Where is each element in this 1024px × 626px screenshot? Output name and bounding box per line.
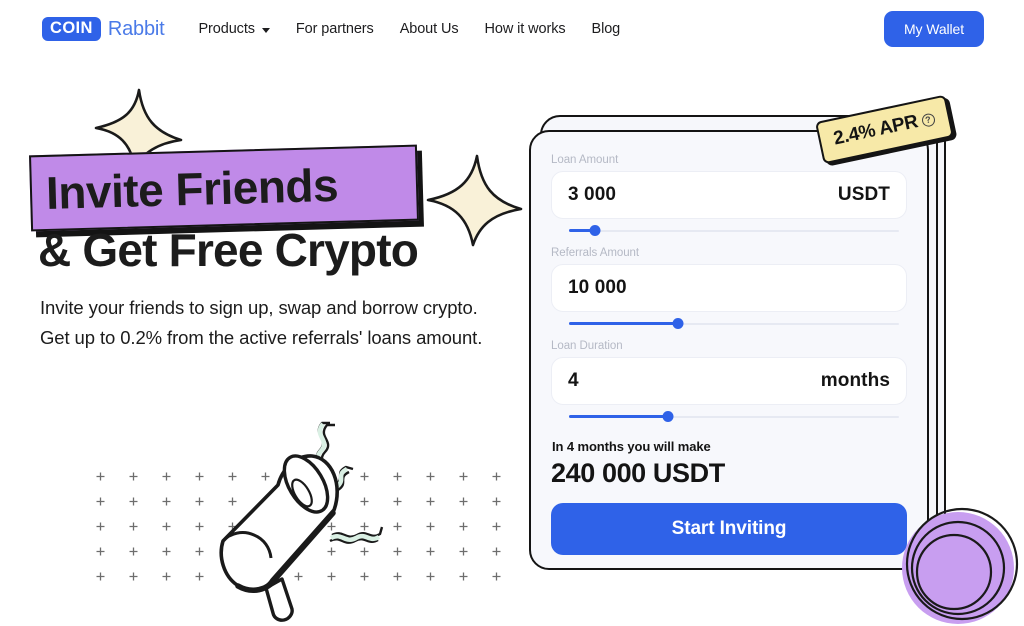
- slider-loan-duration[interactable]: [569, 409, 899, 425]
- slider-referrals-amount[interactable]: [569, 316, 899, 332]
- label-referrals-amount: Referrals Amount: [551, 247, 640, 259]
- headline-banner: Invite Friends: [29, 144, 424, 238]
- nav-item-for-partners[interactable]: For partners: [296, 21, 374, 37]
- megaphone-illustration: [80, 413, 520, 626]
- value-loan-amount: 3 000: [568, 184, 617, 205]
- unit-loan-amount: USDT: [837, 184, 890, 205]
- nav-item-blog[interactable]: Blog: [592, 21, 621, 37]
- slider-thumb[interactable]: [662, 411, 674, 422]
- value-referrals-amount: 10 000: [568, 277, 627, 298]
- result-label: In 4 months you will make: [552, 439, 711, 454]
- slider-fill: [569, 322, 678, 325]
- start-inviting-button[interactable]: Start Inviting: [551, 503, 907, 555]
- slider-loan-amount[interactable]: [569, 223, 899, 239]
- referral-calculator-card: Loan Amount 3 000 USDT Referrals Amount …: [529, 130, 929, 570]
- nav-item-products[interactable]: Products: [198, 21, 270, 37]
- input-loan-duration[interactable]: 4 months: [551, 357, 907, 405]
- headline-line-1: Invite Friends: [45, 158, 339, 219]
- site-header: COIN Rabbit Products For partners About …: [0, 0, 1024, 58]
- slider-thumb[interactable]: [672, 318, 684, 329]
- hero-subtext: Invite your friends to sign up, swap and…: [40, 297, 483, 348]
- banner-surface: Invite Friends: [29, 144, 419, 232]
- apr-badge-text: 2.4% APR: [831, 111, 920, 150]
- unit-loan-duration: months: [820, 370, 890, 391]
- nav-item-how-it-works[interactable]: How it works: [485, 21, 566, 37]
- coinrabbit-logo[interactable]: COIN Rabbit: [42, 17, 165, 41]
- headline-line-2: & Get Free Crypto: [38, 224, 419, 276]
- slider-fill: [569, 415, 668, 418]
- chevron-down-icon: [261, 27, 270, 33]
- main-navigation: Products For partners About Us How it wo…: [198, 21, 620, 37]
- result-value: 240 000 USDT: [551, 458, 725, 488]
- logo-word-text: Rabbit: [107, 18, 165, 40]
- field-loan-amount: Loan Amount 3 000 USDT: [551, 154, 907, 239]
- slider-thumb[interactable]: [589, 225, 601, 236]
- nav-item-about-us[interactable]: About Us: [400, 21, 459, 37]
- nav-label-products: Products: [198, 21, 255, 37]
- logo-badge-text: COIN: [42, 17, 101, 41]
- my-wallet-button[interactable]: My Wallet: [883, 11, 984, 47]
- field-referrals-amount: Referrals Amount 10 000: [551, 247, 907, 332]
- label-loan-duration: Loan Duration: [551, 340, 623, 352]
- calculator-zone: Loan Amount 3 000 USDT Referrals Amount …: [520, 94, 1024, 626]
- slider-track: [569, 230, 899, 232]
- question-mark-icon[interactable]: ?: [920, 111, 936, 128]
- input-referrals-amount[interactable]: 10 000: [551, 264, 907, 312]
- hero-left-column: Invite Friends & Get Free Crypto Invite …: [0, 58, 523, 626]
- input-loan-amount[interactable]: 3 000 USDT: [551, 171, 907, 219]
- megaphone-icon: [219, 421, 384, 622]
- purple-circle-decoration: [902, 507, 1019, 624]
- field-loan-duration: Loan Duration 4 months: [551, 340, 907, 425]
- sparkle-star-icon: [426, 154, 523, 247]
- value-loan-duration: 4: [568, 370, 579, 391]
